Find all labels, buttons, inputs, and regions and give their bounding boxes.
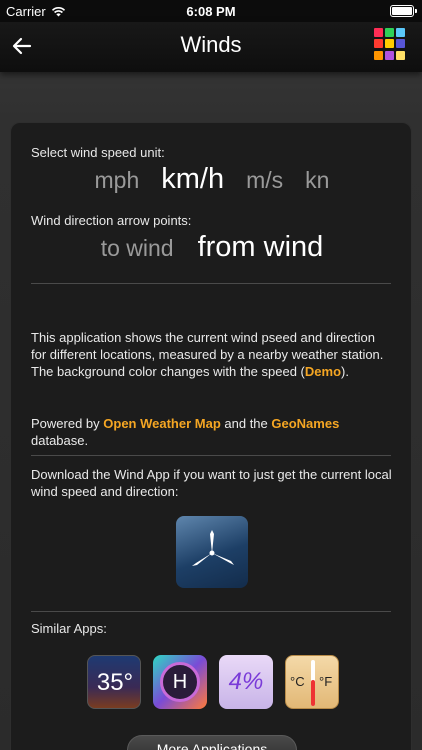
about-paragraph: This application shows the current wind … (31, 330, 384, 379)
temperature-app-icon[interactable]: 35° (87, 655, 141, 709)
grid-square (374, 28, 383, 37)
direction-label: Wind direction arrow points: (31, 213, 192, 228)
direction-option-from-wind[interactable]: from wind (198, 231, 324, 264)
speed-unit-label: Select wind speed unit: (31, 145, 165, 160)
direction-option-to-wind[interactable]: to wind (101, 235, 174, 262)
similar-apps-label: Similar Apps: (31, 621, 107, 636)
grid-square (385, 39, 394, 49)
humidity-app-icon[interactable]: H (153, 655, 207, 709)
settings-card: Select wind speed unit: mph km/h m/s kn … (10, 122, 412, 750)
wind-app-icon[interactable] (176, 516, 248, 588)
unit-option-kmh[interactable]: km/h (161, 163, 224, 196)
direction-selector: to wind from wind (11, 231, 413, 264)
status-time: 6:08 PM (186, 4, 236, 19)
grid-square (396, 50, 405, 60)
speed-unit-selector: mph km/h m/s kn (11, 163, 413, 196)
apps-grid-icon[interactable] (374, 28, 406, 60)
powered-by-paragraph: Powered by Open Weather Map and the GeoN… (31, 416, 340, 448)
unit-option-mph[interactable]: mph (95, 167, 140, 194)
grid-square (374, 50, 383, 60)
nav-bar: Winds (0, 22, 422, 72)
divider (31, 455, 391, 456)
divider (31, 283, 391, 284)
status-bar: Carrier 6:08 PM (0, 0, 422, 22)
download-paragraph: Download the Wind App if you want to jus… (31, 467, 392, 499)
demo-link[interactable]: Demo (305, 364, 341, 379)
grid-square (396, 39, 405, 49)
divider (31, 611, 391, 612)
grid-square (385, 28, 394, 37)
grid-square (374, 39, 383, 49)
thermometer-app-icon[interactable]: °C °F (285, 655, 339, 709)
unit-option-kn[interactable]: kn (305, 167, 329, 194)
percent-app-icon[interactable]: 4% (219, 655, 273, 709)
grid-square (396, 28, 405, 37)
page-title: Winds (180, 32, 242, 57)
unit-option-ms[interactable]: m/s (246, 167, 283, 194)
open-weather-map-link[interactable]: Open Weather Map (103, 416, 221, 431)
geonames-link[interactable]: GeoNames (271, 416, 339, 431)
wind-turbine-icon (192, 530, 234, 566)
battery-icon (390, 5, 417, 17)
grid-square (385, 50, 394, 60)
more-applications-button[interactable]: More Applications (127, 735, 297, 750)
